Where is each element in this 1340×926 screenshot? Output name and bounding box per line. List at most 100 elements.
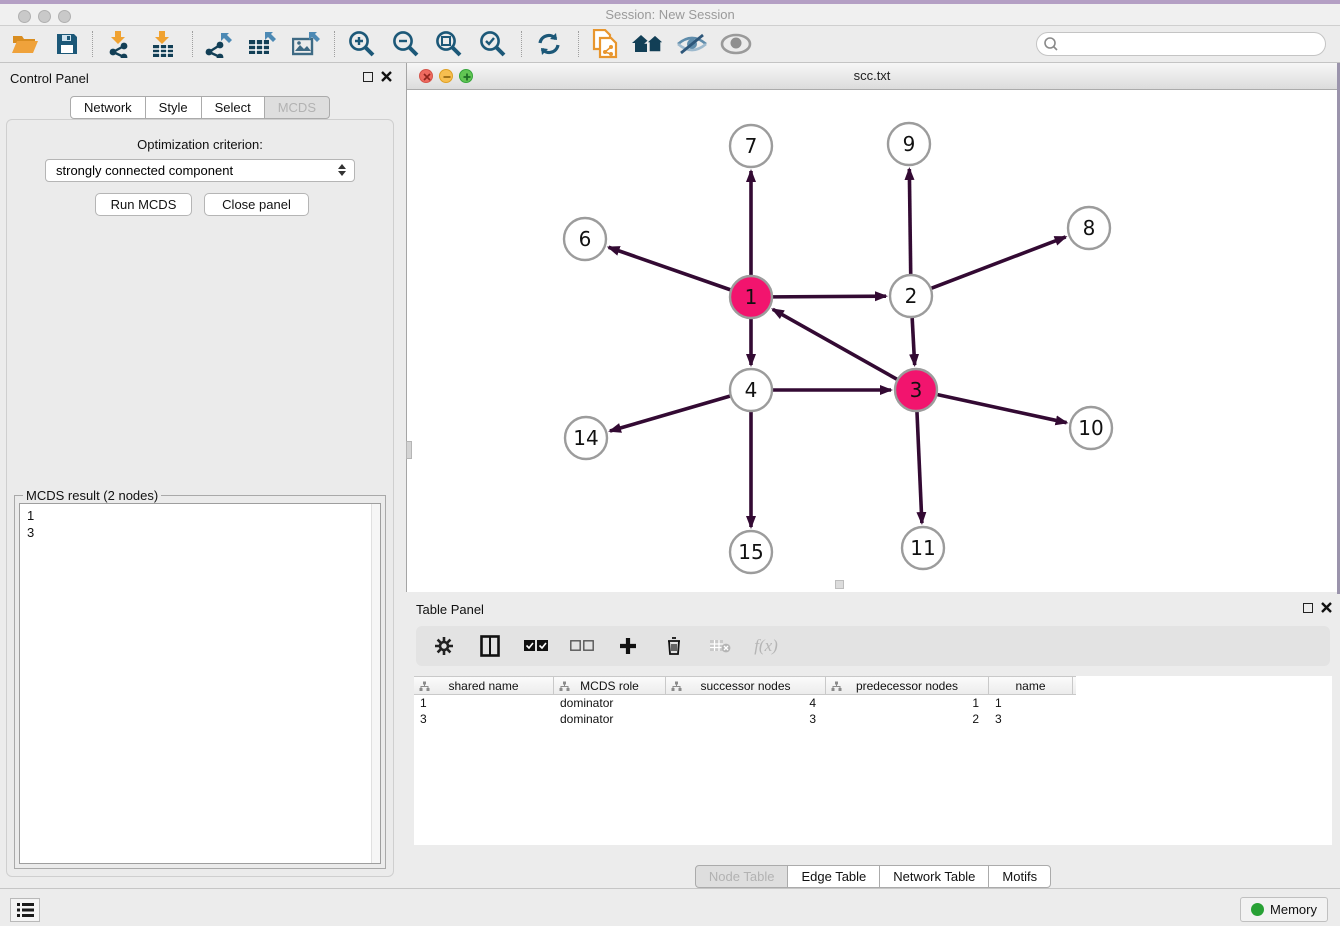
search-icon	[1037, 36, 1063, 52]
node-table[interactable]: shared name MCDS role successor nodes prede…	[414, 676, 1332, 845]
edge-3-11[interactable]	[917, 412, 922, 523]
network-window-titlebar[interactable]: scc.txt	[407, 63, 1337, 90]
cell-MCDS-role: dominator	[554, 711, 666, 727]
tab-network-table[interactable]: Network Table	[879, 865, 989, 888]
canvas-scroll-thumb[interactable]	[835, 580, 844, 589]
cell-successor-nodes: 3	[666, 711, 826, 727]
edge-1-6[interactable]	[609, 247, 731, 289]
hide-graphics-details-icon[interactable]	[675, 29, 709, 59]
table-row[interactable]: 3dominator323	[414, 711, 1332, 727]
table-row[interactable]: 1dominator411	[414, 695, 1332, 711]
zoom-window-button[interactable]	[58, 10, 71, 23]
refresh-icon[interactable]	[532, 29, 566, 59]
cell-name: 1	[989, 695, 1073, 711]
run-mcds-button[interactable]: Run MCDS	[95, 193, 192, 216]
zoom-selected-icon[interactable]	[476, 29, 510, 59]
export-image-icon[interactable]	[290, 29, 324, 59]
deselect-all-checkboxes-icon[interactable]	[570, 633, 594, 659]
tab-select[interactable]: Select	[201, 96, 265, 119]
column-label: MCDS role	[580, 679, 639, 693]
export-table-icon[interactable]	[246, 29, 280, 59]
tab-network[interactable]: Network	[70, 96, 146, 119]
toolbar-separator	[192, 31, 193, 57]
search-input[interactable]	[1063, 34, 1325, 54]
toolbar-separator	[521, 31, 522, 57]
node-label-2: 2	[905, 284, 918, 308]
zoom-in-icon[interactable]	[345, 29, 379, 59]
zoom-out-icon[interactable]	[389, 29, 423, 59]
export-network-icon[interactable]	[202, 29, 236, 59]
splitter-handle[interactable]	[406, 441, 412, 459]
tab-mcds[interactable]: MCDS	[264, 96, 330, 119]
edge-3-10[interactable]	[937, 395, 1066, 423]
task-history-button[interactable]	[10, 898, 40, 922]
show-graphics-details-icon[interactable]	[719, 29, 753, 59]
delete-row-icon[interactable]	[662, 633, 686, 659]
network-close-button[interactable]	[419, 69, 433, 83]
optimization-criterion-select[interactable]: strongly connected component	[45, 159, 355, 182]
column-header-name[interactable]: name	[989, 677, 1073, 694]
tab-edge-table[interactable]: Edge Table	[787, 865, 880, 888]
control-panel: Control Panel Network Style Select MCDS …	[0, 63, 400, 888]
control-panel-tabs: Network Style Select MCDS	[0, 96, 400, 119]
mcds-result-line: 1	[27, 507, 380, 524]
toolbar-separator	[92, 31, 93, 57]
cell-MCDS-role: dominator	[554, 695, 666, 711]
add-row-icon[interactable]	[616, 633, 640, 659]
column-label: successor nodes	[700, 679, 790, 693]
node-label-1: 1	[745, 285, 758, 309]
column-header-predecessor-nodes[interactable]: predecessor nodes	[826, 677, 989, 694]
close-panel-icon[interactable]	[381, 71, 392, 82]
tab-motifs[interactable]: Motifs	[988, 865, 1051, 888]
import-table-icon[interactable]	[148, 29, 182, 59]
close-panel-button[interactable]: Close panel	[204, 193, 309, 216]
column-label: name	[1015, 679, 1045, 693]
tab-style[interactable]: Style	[145, 96, 202, 119]
clone-network-icon[interactable]	[588, 29, 622, 59]
optimization-criterion-value: strongly connected component	[56, 163, 233, 178]
status-bar: Memory	[0, 888, 1340, 926]
table-toolbar: f(x)	[416, 626, 1330, 666]
mcds-result-line: 3	[27, 524, 380, 541]
search-field[interactable]	[1036, 32, 1326, 56]
network-graph[interactable]: 7968124314101511	[407, 90, 1337, 592]
column-layout-icon[interactable]	[478, 633, 502, 659]
column-label: shared name	[448, 679, 518, 693]
close-panel-icon[interactable]	[1321, 602, 1332, 613]
float-panel-icon[interactable]	[363, 72, 373, 82]
column-settings-icon[interactable]	[432, 633, 456, 659]
cell-predecessor-nodes: 1	[826, 695, 989, 711]
memory-status-icon	[1251, 903, 1264, 916]
edge-3-1[interactable]	[773, 309, 897, 379]
column-header-successor-nodes[interactable]: successor nodes	[666, 677, 826, 694]
network-minimize-button[interactable]	[439, 69, 453, 83]
column-header-MCDS-role[interactable]: MCDS role	[554, 677, 666, 694]
home-icon[interactable]	[631, 29, 665, 59]
float-panel-icon[interactable]	[1303, 603, 1313, 613]
edge-1-2[interactable]	[773, 296, 886, 297]
memory-button[interactable]: Memory	[1240, 897, 1328, 922]
save-session-icon[interactable]	[50, 29, 84, 59]
mcds-result-textarea[interactable]: 13	[19, 503, 381, 864]
select-all-checkboxes-icon[interactable]	[524, 633, 548, 659]
column-header-shared-name[interactable]: shared name	[414, 677, 554, 694]
optimization-criterion-label: Optimization criterion:	[7, 137, 393, 152]
minimize-window-button[interactable]	[38, 10, 51, 23]
open-session-icon[interactable]	[8, 29, 42, 59]
edge-2-8[interactable]	[932, 237, 1066, 288]
network-canvas[interactable]: 7968124314101511	[407, 90, 1337, 592]
import-network-icon[interactable]	[104, 29, 138, 59]
network-view-window: scc.txt 7968124314101511	[406, 63, 1337, 592]
edge-4-14[interactable]	[610, 396, 730, 431]
tab-node-table[interactable]: Node Table	[695, 865, 789, 888]
node-label-14: 14	[573, 426, 598, 450]
cell-shared-name: 3	[414, 711, 554, 727]
result-scrollbar[interactable]	[371, 504, 380, 863]
edge-2-3[interactable]	[912, 318, 915, 365]
edge-2-9[interactable]	[909, 169, 910, 274]
toolbar-separator	[578, 31, 579, 57]
network-zoom-button[interactable]	[459, 69, 473, 83]
close-window-button[interactable]	[18, 10, 31, 23]
zoom-fit-icon[interactable]	[432, 29, 466, 59]
node-label-7: 7	[745, 134, 758, 158]
